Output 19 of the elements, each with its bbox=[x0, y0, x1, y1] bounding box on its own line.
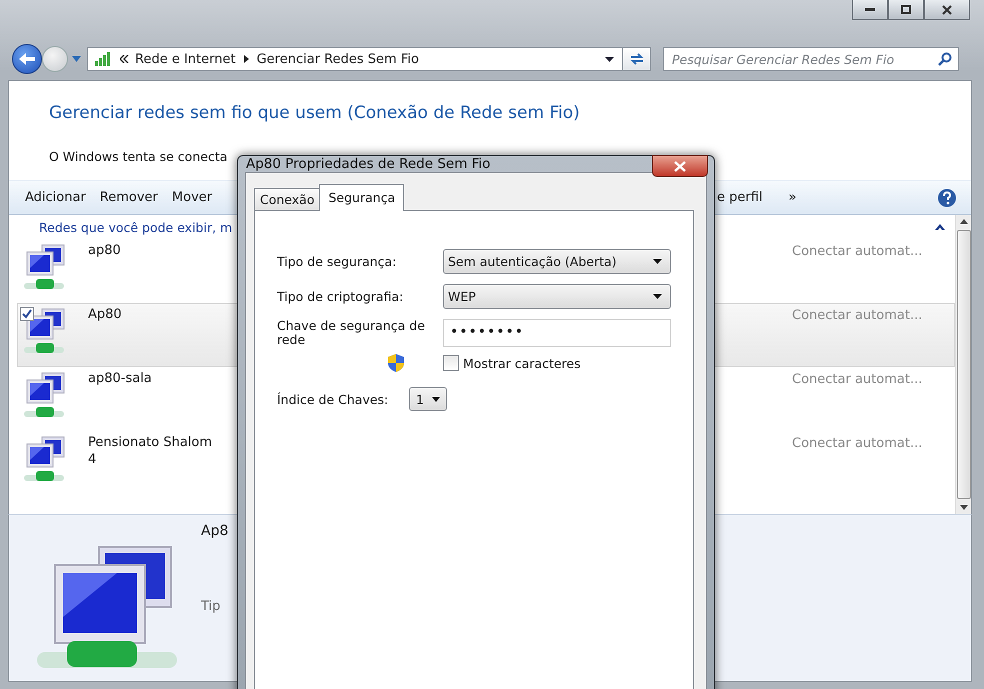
connection-mode: Conectar automat... bbox=[792, 244, 922, 259]
field-label: Tipo de segurança: bbox=[277, 254, 398, 269]
field-label: Índice de Chaves: bbox=[277, 392, 390, 406]
intro-text: O Windows tenta se conecta bbox=[48, 148, 228, 166]
group-header: Redes que você pode exibir, m bbox=[39, 220, 232, 234]
network-name: ap80 bbox=[88, 242, 122, 259]
network-name: Ap80 bbox=[88, 306, 123, 323]
connection-mode: Conectar automat... bbox=[792, 372, 922, 387]
connection-mode: Conectar automat... bbox=[792, 436, 922, 451]
connection-mode: Conectar automat... bbox=[792, 308, 922, 323]
dialog-title: Ap80 Propriedades de Rede Sem Fio bbox=[245, 156, 490, 172]
network-name: ap80-sala bbox=[88, 370, 153, 387]
network-name: Ap8 bbox=[201, 523, 228, 539]
network-name: Pensionato Shalom 4 bbox=[88, 434, 214, 468]
field-label: Chave de segurança de rede bbox=[277, 319, 426, 347]
field-label: Tipo de criptografia: bbox=[277, 289, 404, 304]
page-heading: Gerenciar redes sem fio que usem (Conexão de Rede sem Fio) bbox=[48, 102, 581, 125]
checkbox-label: Mostrar caracteres bbox=[463, 356, 581, 370]
network-type: Tip bbox=[201, 599, 222, 614]
